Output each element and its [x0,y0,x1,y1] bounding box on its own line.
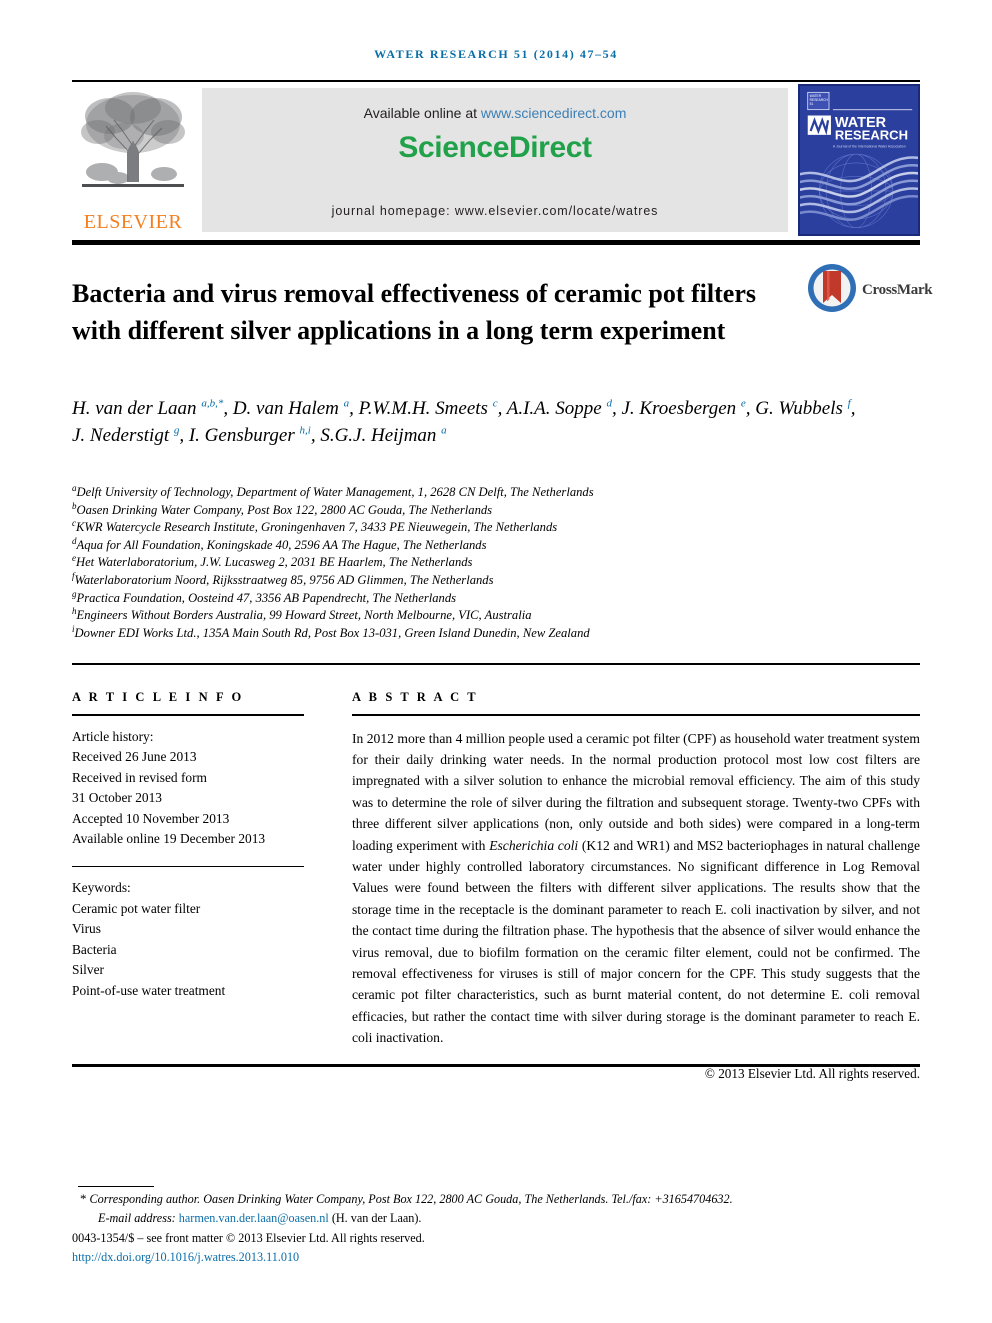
sciencedirect-url-link[interactable]: www.sciencedirect.com [481,105,627,121]
article-history-items: Received 26 June 2013 Received in revised… [72,747,304,850]
banner-bottom-rule [72,240,920,245]
doi-link[interactable]: http://dx.doi.org/10.1016/j.watres.2013.… [72,1248,928,1267]
svg-text:51: 51 [810,102,814,106]
article-history-item: Received 26 June 2013 [72,749,197,764]
affiliation-item: bOasen Drinking Water Company, Post Box … [72,501,902,520]
running-head: WATER RESEARCH 51 (2014) 47–54 [374,47,618,61]
affiliation-text: Oasen Drinking Water Company, Post Box 1… [76,502,493,517]
crossmark-badge[interactable]: CrossMark [806,262,933,324]
article-info-column: A R T I C L E I N F O Article history: R… [72,690,304,1001]
keyword-item: Silver [72,962,104,977]
affiliation-list: aDelft University of Technology, Departm… [72,483,902,643]
article-history-label: Article history: [72,728,154,744]
keywords-divider [72,865,304,867]
issn-line: 0043-1354/$ – see front matter © 2013 El… [72,1231,425,1245]
affiliation-item: iDowner EDI Works Ltd., 135A Main South … [72,624,902,643]
article-history-block: Article history: Received 26 June 2013 Re… [72,727,304,850]
footnote-rule [78,1186,154,1188]
keywords-block: Keywords: Ceramic pot water filter Virus B… [72,878,304,1001]
abstract-heading: A B S T R A C T [352,690,479,704]
affiliation-text: Downer EDI Works Ltd., 135A Main South R… [74,625,590,640]
affiliation-item: fWaterlaboratorium Noord, Rijksstraatweg… [72,571,902,590]
elsevier-wordmark: ELSEVIER [83,211,183,233]
water-research-cover-art: WATER RESEARCH 51 WATER RESEARCH A Journ… [800,86,918,234]
affiliation-item: eHet Waterlaboratorium, J.W. Lucasweg 2,… [72,554,902,572]
affiliation-item: gPractica Foundation, Oosteind 47, 3356 … [72,589,902,608]
paper-page: WATER RESEARCH 51 (2014) 47–54 ELSEVIER … [0,0,992,1323]
svg-text:RESEARCH: RESEARCH [835,128,908,143]
footer-top-rule [72,1064,920,1067]
article-history-item: Accepted 10 November 2013 [72,810,230,826]
journal-cover-image: WATER RESEARCH 51 WATER RESEARCH A Journ… [798,84,920,236]
sciencedirect-logo: ScienceDirect [398,131,592,164]
abstract-copyright: © 2013 Elsevier Ltd. All rights reserved… [704,1065,920,1081]
article-history-item: Available online 19 December 2013 [72,831,266,846]
svg-text:A Journal of the International: A Journal of the International Water Ass… [833,144,906,148]
email-note: E-mail address: harmen.van.der.laan@oase… [72,1209,928,1228]
affiliation-text: Practica Foundation, Oosteind 47, 3356 A… [76,590,457,605]
elsevier-tree-icon [81,92,185,187]
keywords-label: Keywords: [72,880,131,895]
article-info-underline [72,714,304,716]
affiliation-text: Waterlaboratorium Noord, Rijksstraatweg … [74,572,494,587]
affiliation-text: Aqua for All Foundation, Koningskade 40,… [76,537,487,552]
article-history-item: Received in revised form [72,769,207,785]
affiliation-text: Engineers Without Borders Australia, 99 … [76,608,532,623]
affiliation-text: Het Waterlaboratorium, J.W. Lucasweg 2, … [76,555,473,570]
affiliation-text: KWR Watercycle Research Institute, Groni… [76,520,558,535]
affiliation-item: cKWR Watercycle Research Institute, Gron… [72,519,902,537]
journal-banner: ELSEVIER Available online at www.science… [72,84,920,236]
journal-homepage-line[interactable]: journal homepage: www.elsevier.com/locat… [202,204,788,218]
available-online-line: Available online at www.sciencedirect.co… [202,105,788,121]
crossmark-label: CrossMark [862,282,933,298]
keyword-item: Point-of-use water treatment [72,982,226,998]
email-label: E-mail address: [98,1210,176,1225]
affiliation-item: aDelft University of Technology, Departm… [72,483,902,502]
keyword-item: Bacteria [72,941,117,957]
affiliation-item: hEngineers Without Borders Australia, 99… [72,606,902,625]
corresponding-author-text: Corresponding author. Oasen Drinking Wat… [89,1192,733,1206]
elsevier-logo: ELSEVIER [72,84,194,236]
article-info-heading: A R T I C L E I N F O [72,690,244,704]
keyword-items: Ceramic pot water filter Virus Bacteria Sil… [72,899,304,1002]
abstract-underline [352,714,920,716]
page-title: Bacteria and virus removal effectiveness… [72,279,756,346]
page-footer: * Corresponding author. Oasen Drinking W… [72,1190,928,1266]
email-link[interactable]: harmen.van.der.laan@oasen.nl [179,1211,329,1225]
header-rule [72,80,920,82]
affiliation-text: Delft University of Technology, Departme… [76,485,594,499]
keyword-item: Virus [72,921,101,936]
keyword-item: Ceramic pot water filter [72,900,201,916]
email-owner: (H. van der Laan). [331,1210,422,1225]
available-online-text: Available online at [363,105,481,121]
crossmark-icon [808,264,856,312]
author-list: H. van der Laan a,b,*, D. van Halem a, P… [72,397,856,446]
abstract-text: In 2012 more than 4 million people used … [352,730,920,1046]
corresponding-author-marker: * [80,1191,87,1206]
article-history-item: 31 October 2013 [72,790,162,805]
affiliation-item: dAqua for All Foundation, Koningskade 40… [72,536,902,555]
corresponding-author-note: * Corresponding author. Oasen Drinking W… [72,1190,928,1209]
abstract-section-rule [72,663,920,665]
abstract-column: A B S T R A C T In 2012 more than 4 mill… [352,690,920,1082]
sciencedirect-banner: Available online at www.sciencedirect.co… [202,88,788,232]
